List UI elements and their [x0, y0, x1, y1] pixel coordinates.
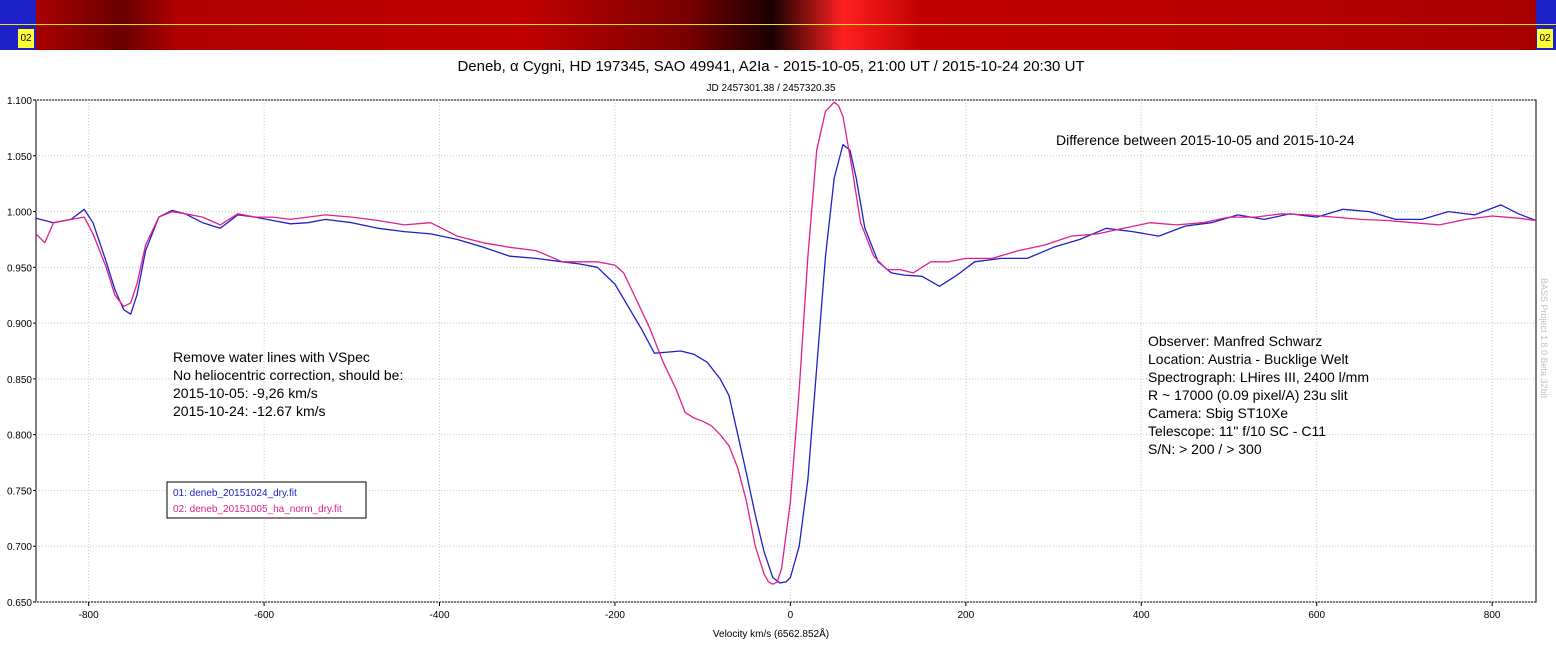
legend-item-02: 02: deneb_20151005_ha_norm_dry.fit: [173, 504, 342, 515]
x-tick-label: -800: [79, 610, 99, 621]
spectrum-image: [36, 0, 1536, 50]
chart-title: Deneb, α Cygni, HD 197345, SAO 49941, A2…: [457, 58, 1084, 75]
observer-line: Telescope: 11" f/10 SC - C11: [1148, 423, 1326, 439]
legend: 01: deneb_20151024_dry.fit 02: deneb_201…: [166, 481, 367, 519]
y-tick-label: 1.000: [7, 208, 32, 219]
y-axis-ticks: 0.650 0.700 0.750 0.800 0.850 0.900 0.950 1.000…: [7, 96, 36, 609]
y-tick-label: 0.800: [7, 431, 32, 442]
observer-line: R ~ 17000 (0.09 pixel/A) 23u slit: [1148, 387, 1348, 403]
y-tick-label: 1.100: [7, 96, 32, 107]
x-tick-label: 800: [1484, 610, 1501, 621]
x-tick-label: -400: [430, 610, 450, 621]
x-axis-label: Velocity km/s (6562.852Å): [713, 627, 829, 640]
observer-line: Camera: Sbig ST10Xe: [1148, 405, 1288, 421]
note-line: No heliocentric correction, should be:: [173, 367, 403, 383]
x-tick-label: 200: [957, 610, 974, 621]
observer-line: Location: Austria - Bucklige Welt: [1148, 351, 1349, 367]
y-tick-label: 0.700: [7, 542, 32, 553]
x-tick-label: -600: [254, 610, 274, 621]
x-tick-label: 400: [1133, 610, 1150, 621]
y-tick-label: 0.850: [7, 375, 32, 386]
spectrum-label-left: 02: [18, 29, 34, 48]
annotation-difference: Difference between 2015-10-05 and 2015-1…: [1056, 132, 1355, 148]
watermark: BASS Project 1.8.0 Beta 32bit: [1539, 278, 1549, 399]
chart-subtitle: JD 2457301.38 / 2457320.35: [707, 83, 836, 94]
spectrum-chart: Deneb, α Cygni, HD 197345, SAO 49941, A2…: [7, 58, 1549, 640]
x-tick-label: 600: [1308, 610, 1325, 621]
observer-line: S/N: > 200 / > 300: [1148, 441, 1262, 457]
y-tick-label: 0.750: [7, 486, 32, 497]
x-axis-ticks: -800 -600 -400 -200 0 200 400 600 800: [79, 602, 1501, 621]
note-line: 2015-10-05: -9,26 km/s: [173, 385, 318, 401]
note-line: Remove water lines with VSpec: [173, 349, 370, 365]
spectrum-divider: [0, 24, 1556, 25]
x-tick-label: -200: [605, 610, 625, 621]
x-tick-label: 0: [788, 610, 794, 621]
spectrum-label-right: 02: [1537, 29, 1553, 48]
y-tick-label: 0.900: [7, 319, 32, 330]
spectrum-strip: 02 02: [0, 0, 1556, 50]
y-tick-label: 0.950: [7, 263, 32, 274]
y-tick-label: 1.050: [7, 152, 32, 163]
observer-line: Observer: Manfred Schwarz: [1148, 333, 1322, 349]
legend-item-01: 01: deneb_20151024_dry.fit: [173, 488, 297, 499]
y-tick-label: 0.650: [7, 598, 32, 609]
note-line: 2015-10-24: -12.67 km/s: [173, 403, 326, 419]
observer-line: Spectrograph: LHires III, 2400 l/mm: [1148, 369, 1369, 385]
